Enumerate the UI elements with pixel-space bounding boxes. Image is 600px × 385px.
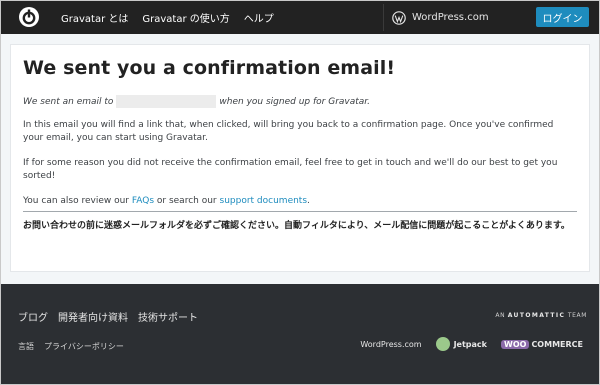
an-label: AN	[495, 312, 506, 319]
woo-label: WOO	[501, 339, 530, 349]
not-received-paragraph: If for some reason you did not receive t…	[23, 158, 558, 181]
review-paragraph: You can also review our FAQs or search o…	[23, 195, 573, 208]
jetpack-label: Jetpack	[453, 339, 487, 349]
redacted-email	[116, 95, 217, 108]
partner-links: WordPress.com Jetpack WOO COMMERCE	[360, 337, 583, 351]
team-label: TEAM	[567, 312, 587, 319]
page-frame: Gravatar とは Gravatar の使い方 ヘルプ WordPress.…	[0, 0, 600, 385]
page-title: We sent you a confirmation email!	[23, 57, 396, 79]
wordpress-icon	[392, 10, 406, 25]
review-prefix: You can also review our	[23, 196, 130, 206]
top-navigation-bar: Gravatar とは Gravatar の使い方 ヘルプ WordPress.…	[1, 1, 599, 34]
faqs-link[interactable]: FAQs	[132, 196, 154, 206]
automattic-label: AUTOMATTIC	[507, 312, 566, 319]
sent-suffix: when you signed up for Gravatar.	[219, 96, 371, 107]
wordpress-label: WordPress.com	[412, 12, 489, 23]
divider	[23, 211, 577, 212]
footer-language-link[interactable]: 言語	[18, 341, 34, 352]
partner-jetpack-link[interactable]: Jetpack	[435, 337, 487, 351]
footer-support-link[interactable]: 技術サポート	[138, 309, 198, 324]
review-suffix: .	[307, 196, 310, 206]
footer-privacy-link[interactable]: プライバシーポリシー	[44, 341, 124, 352]
support-documents-link[interactable]: support documents	[220, 196, 308, 206]
footer: ブログ 開発者向け資料 技術サポート 言語 プライバシーポリシー AN AUTO…	[1, 284, 599, 384]
main-nav: Gravatar とは Gravatar の使い方 ヘルプ	[61, 10, 274, 25]
partner-wordpress-link[interactable]: WordPress.com	[360, 340, 421, 349]
jetpack-icon	[435, 337, 450, 351]
footer-blog-link[interactable]: ブログ	[18, 309, 48, 324]
gravatar-logo-icon[interactable]	[18, 6, 40, 28]
review-middle: or search our	[156, 196, 217, 206]
sent-prefix: We sent an email to	[23, 96, 114, 107]
footer-secondary-links: 言語 プライバシーポリシー	[18, 341, 124, 352]
automattic-team-label[interactable]: AN AUTOMATTIC TEAM	[495, 312, 587, 319]
confirmation-card: We sent you a confirmation email! We sen…	[10, 44, 590, 272]
nav-how-to-link[interactable]: Gravatar の使い方	[142, 10, 229, 25]
commerce-label: COMMERCE	[531, 339, 583, 349]
wordpress-com-link[interactable]: WordPress.com	[383, 4, 501, 31]
spam-folder-note: お問い合わせの前に迷惑メールフォルダを必ずご確認ください。自動フィルタにより、メ…	[23, 221, 570, 231]
footer-developer-link[interactable]: 開発者向け資料	[58, 309, 128, 324]
nav-help-link[interactable]: ヘルプ	[244, 10, 274, 25]
footer-primary-links: ブログ 開発者向け資料 技術サポート	[18, 309, 198, 324]
login-button[interactable]: ログイン	[536, 7, 589, 27]
partner-woocommerce-link[interactable]: WOO COMMERCE	[501, 339, 583, 349]
sent-email-line: We sent an email to when you signed up f…	[23, 95, 370, 108]
instructions-paragraph: In this email you will find a link that,…	[23, 120, 554, 143]
nav-about-link[interactable]: Gravatar とは	[61, 10, 128, 25]
